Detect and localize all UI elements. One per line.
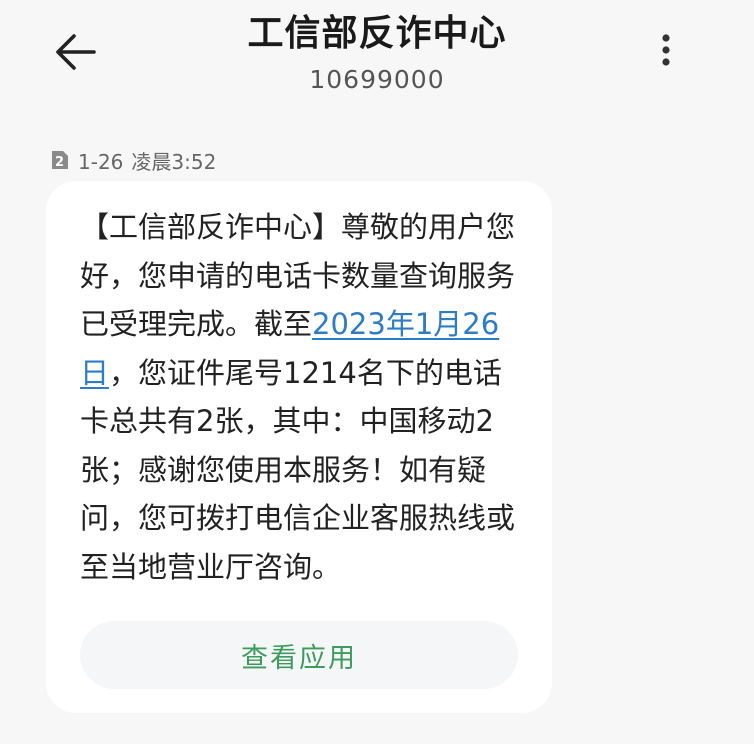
view-app-button[interactable]: 查看应用 <box>80 621 518 689</box>
message-timestamp: 1-26 凌晨3:52 <box>78 146 216 175</box>
message-time: 凌晨3:52 <box>131 149 217 174</box>
conversation-header: 工信部反诈中心 10699000 <box>0 0 754 120</box>
sim-slot-number: 2 <box>55 155 64 170</box>
contact-name: 工信部反诈中心 <box>247 13 507 54</box>
more-options-button[interactable] <box>650 26 682 76</box>
contact-title-block: 工信部反诈中心 10699000 <box>0 10 754 96</box>
more-vertical-icon <box>662 34 670 66</box>
contact-number: 10699000 <box>309 65 445 94</box>
message-body: 【工信部反诈中心】尊敬的用户您好，您申请的电话卡数量查询服务已受理完成。截至20… <box>80 203 530 591</box>
message-date: 1-26 <box>78 149 124 174</box>
message-text-part2: ，您证件尾号1214名下的电话卡总共有2张，其中：中国移动2张；感谢您使用本服务… <box>80 355 516 584</box>
message-meta: 2 1-26 凌晨3:52 <box>50 146 216 174</box>
message-bubble: 【工信部反诈中心】尊敬的用户您好，您申请的电话卡数量查询服务已受理完成。截至20… <box>46 181 552 713</box>
sim-card-icon: 2 <box>50 149 70 171</box>
